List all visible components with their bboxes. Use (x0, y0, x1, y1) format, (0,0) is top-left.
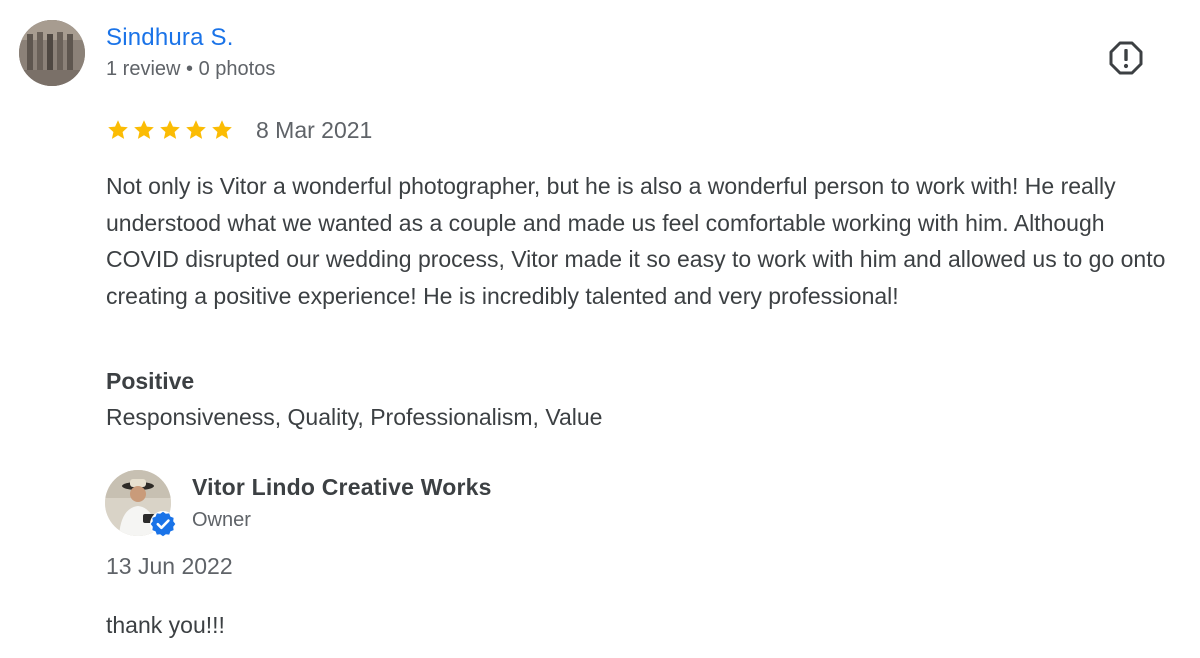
star-icon (134, 120, 154, 139)
reply-text: thank you!!! (106, 612, 225, 638)
report-flag-icon (1109, 41, 1143, 75)
owner-name: Vitor Lindo Creative Works (192, 474, 492, 500)
report-review-button[interactable] (1106, 38, 1146, 78)
reviewer-avatar[interactable] (19, 20, 85, 86)
reviewer-stats: 1 review • 0 photos (106, 58, 276, 80)
rating-row: 8 Mar 2021 (106, 114, 372, 146)
reviewer-photo-icon (19, 20, 85, 86)
reply-date: 13 Jun 2022 (106, 553, 233, 579)
star-icon (160, 120, 180, 139)
star-icon (186, 120, 206, 139)
star-rating (106, 118, 234, 142)
reviewer-name-link[interactable]: Sindhura S. (106, 24, 234, 52)
aspect-values: Responsiveness, Quality, Professionalism… (106, 404, 603, 430)
review-card: Sindhura S. 1 review • 0 photos 8 Mar 20… (0, 0, 1200, 658)
star-icon (108, 120, 128, 139)
aspect-heading: Positive (106, 368, 195, 394)
review-text: Not only is Vitor a wonderful photograph… (106, 173, 1166, 309)
review-date: 8 Mar 2021 (256, 116, 373, 143)
owner-role: Owner (192, 509, 251, 531)
verified-badge-icon (149, 510, 177, 538)
star-icon (212, 120, 232, 139)
owner-avatar-wrap[interactable] (105, 470, 176, 538)
